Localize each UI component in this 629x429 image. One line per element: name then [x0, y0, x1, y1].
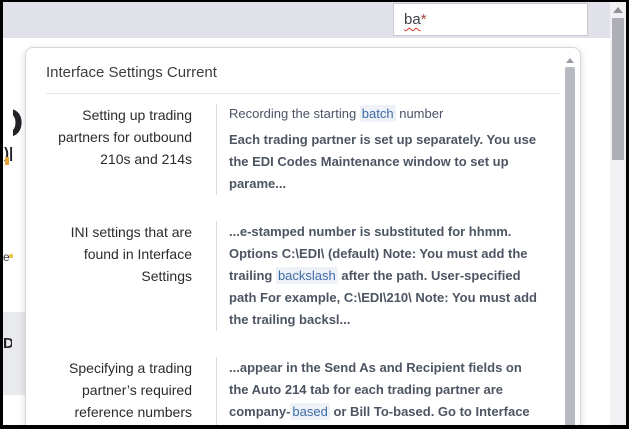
- panel-scrollbar[interactable]: [565, 48, 575, 425]
- scroll-up-icon[interactable]: [613, 7, 623, 13]
- result-topic-title: Setting up trading partners for outbound…: [46, 104, 216, 195]
- result-snippet: ...e-stamped number is substituted for h…: [229, 221, 542, 331]
- results-list: Setting up trading partners for outbound…: [46, 94, 542, 425]
- search-result-row[interactable]: Specifying a trading partner’s required …: [46, 347, 542, 425]
- wildcard-character: *: [421, 11, 427, 28]
- result-subtopic-link[interactable]: Recording the starting batch number: [229, 104, 542, 124]
- result-body: ...appear in the Send As and Recipient f…: [216, 357, 542, 425]
- background-accent-fragment: [9, 254, 13, 258]
- search-results-panel: Interface Settings Current Setting up tr…: [25, 47, 581, 425]
- background-section-fragment: [3, 312, 25, 395]
- result-snippet: Each trading partner is set up separatel…: [229, 129, 542, 195]
- window-scrollbar-thumb[interactable]: [612, 18, 624, 160]
- result-topic-title: Specifying a trading partner’s required …: [46, 357, 216, 425]
- scroll-up-icon[interactable]: [566, 58, 574, 63]
- background-text-fragment: D: [3, 335, 12, 353]
- search-input[interactable]: ba*: [393, 3, 588, 36]
- app-screen: D )| e D ba* Interface Settings Current …: [3, 2, 626, 425]
- background-text-fragment: D: [13, 101, 25, 145]
- search-result-row[interactable]: INI settings that are found in Interface…: [46, 211, 542, 341]
- result-body: Recording the starting batch number Each…: [216, 104, 542, 195]
- result-snippet: ...appear in the Send As and Recipient f…: [229, 357, 542, 425]
- result-body: ...e-stamped number is substituted for h…: [216, 221, 542, 331]
- panel-scrollbar-thumb[interactable]: [565, 67, 575, 425]
- result-topic-title: INI settings that are found in Interface…: [46, 221, 216, 331]
- misspelled-term: ba: [404, 11, 421, 28]
- background-accent-fragment: [5, 157, 9, 165]
- results-group-title: Interface Settings Current: [46, 64, 560, 81]
- window-scrollbar[interactable]: [610, 2, 626, 425]
- search-result-row[interactable]: Setting up trading partners for outbound…: [46, 94, 542, 205]
- search-text: ba*: [404, 11, 427, 28]
- window-frame: D )| e D ba* Interface Settings Current …: [0, 0, 629, 429]
